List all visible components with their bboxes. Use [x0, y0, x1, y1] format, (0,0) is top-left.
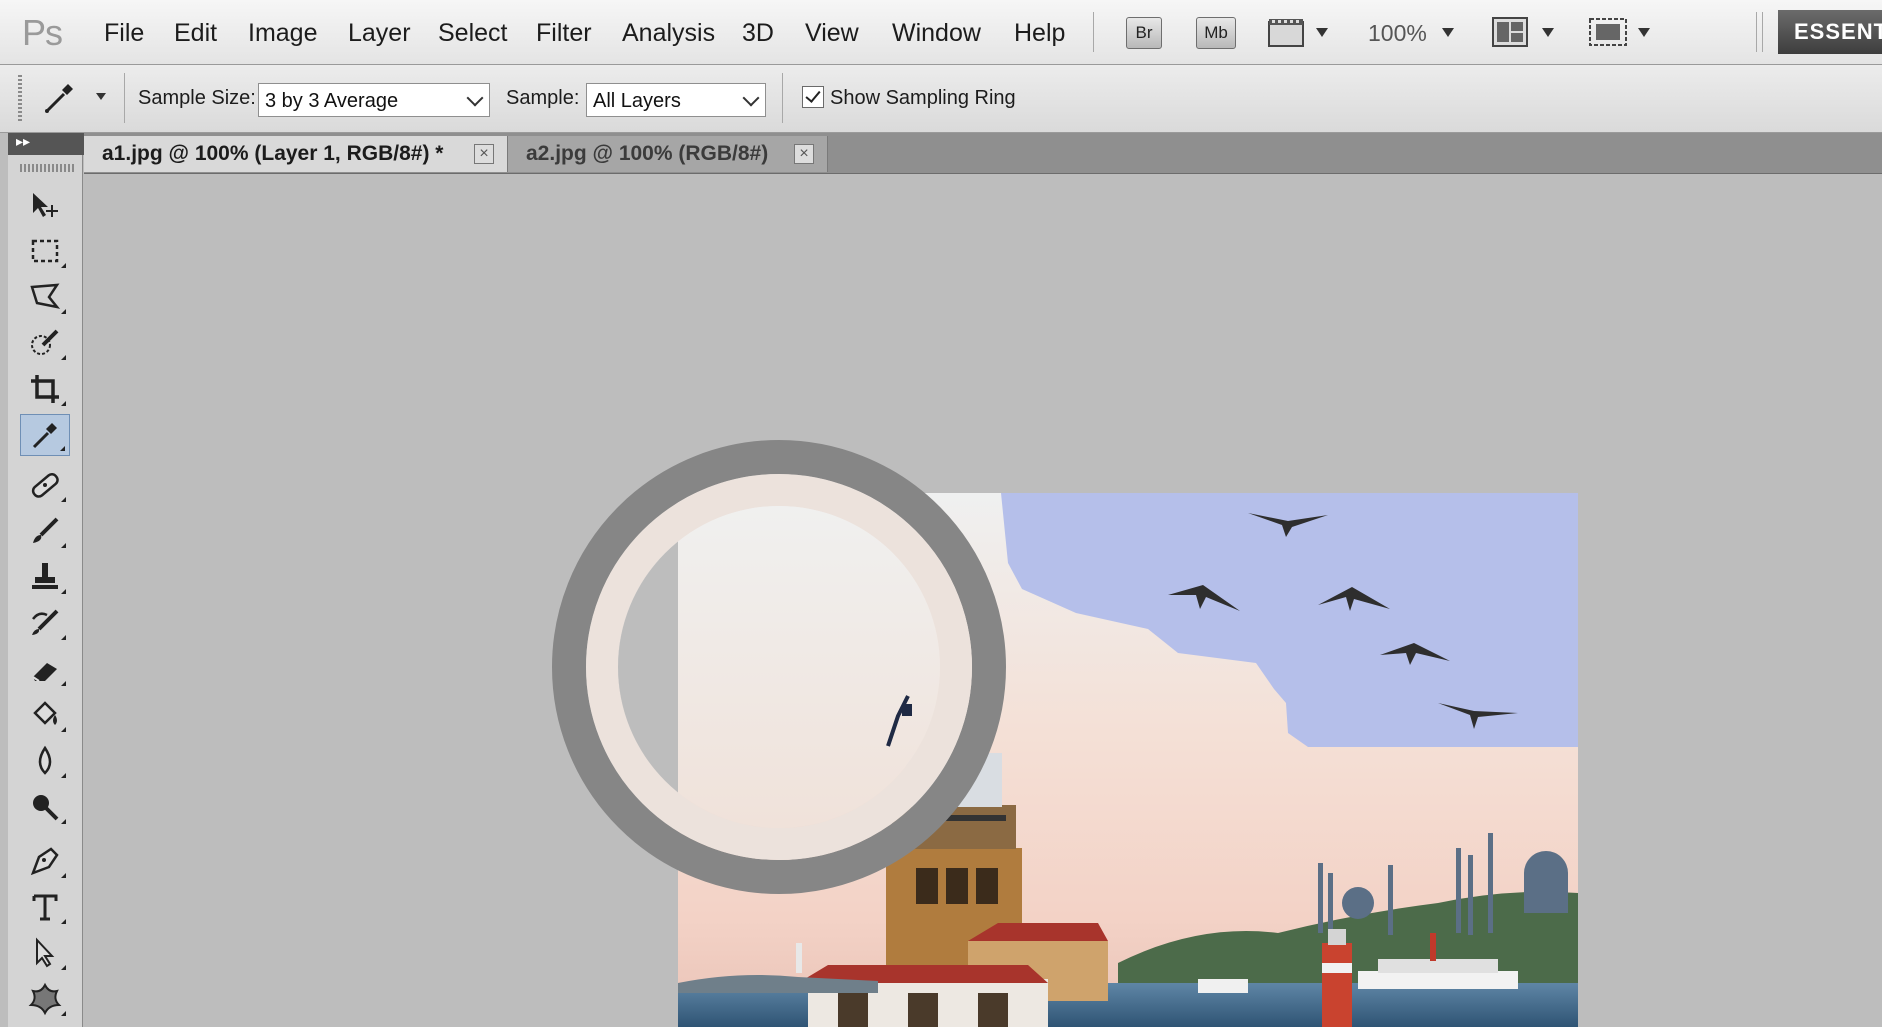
menu-layer[interactable]: Layer — [348, 19, 411, 48]
eyedropper-icon — [32, 423, 57, 449]
menu-window[interactable]: Window — [892, 19, 981, 48]
film-strip-icon — [1268, 19, 1304, 47]
menu-help[interactable]: Help — [1014, 19, 1065, 48]
menu-view[interactable]: View — [805, 19, 859, 48]
crop-icon — [31, 375, 59, 403]
options-bar: Sample Size: 3 by 3 Average Sample: All … — [0, 65, 1882, 133]
droplet-icon — [38, 745, 52, 775]
dodge-icon — [33, 795, 59, 821]
options-grip[interactable] — [18, 75, 22, 123]
options-divider — [782, 73, 783, 123]
history-brush-tool[interactable] — [20, 602, 70, 644]
bridge-button[interactable]: Br — [1126, 17, 1162, 49]
menu-image[interactable]: Image — [248, 19, 317, 48]
chevron-down-icon[interactable] — [1638, 28, 1650, 37]
document-tab-a1[interactable]: a1.jpg @ 100% (Layer 1, RGB/8#) * × — [84, 136, 508, 172]
screen-mode-button[interactable] — [1588, 17, 1628, 47]
brush-icon — [33, 517, 59, 543]
sample-value: All Layers — [593, 90, 681, 112]
arrange-documents-icon — [1492, 17, 1528, 47]
brush-tool[interactable] — [20, 510, 70, 552]
tool-preset-picker[interactable] — [40, 77, 110, 119]
menu-filter[interactable]: Filter — [536, 19, 592, 48]
chevron-down-icon — [96, 93, 106, 100]
sample-size-label: Sample Size: — [138, 87, 256, 109]
screen-mode-icon — [1589, 18, 1627, 46]
sample-size-select[interactable]: 3 by 3 Average — [258, 83, 490, 117]
dropper-cursor-trail — [886, 695, 912, 747]
crop-tool[interactable] — [20, 368, 70, 410]
document-tab-a2[interactable]: a2.jpg @ 100% (RGB/8#) × — [508, 136, 828, 172]
rectangular-marquee-tool[interactable] — [20, 230, 70, 272]
custom-shape-icon — [28, 982, 62, 1016]
history-brush-icon — [32, 609, 59, 635]
menu-divider — [1093, 12, 1094, 52]
show-sampling-ring-checkbox[interactable] — [802, 86, 824, 108]
stamp-icon — [32, 563, 58, 589]
type-tool[interactable] — [20, 886, 70, 928]
pen-icon — [30, 847, 59, 876]
chevron-down-icon[interactable] — [1316, 28, 1328, 37]
path-selection-icon — [36, 937, 55, 968]
close-icon[interactable]: × — [474, 144, 494, 164]
tools-panel-header[interactable]: ▸▸ — [8, 133, 84, 155]
menu-edit[interactable]: Edit — [174, 19, 217, 48]
lasso-icon — [30, 283, 61, 309]
photoshop-logo: Ps — [22, 12, 63, 53]
zoom-level[interactable]: 100% — [1368, 20, 1427, 47]
show-sampling-ring-label[interactable]: Show Sampling Ring — [830, 87, 1016, 110]
quick-selection-tool[interactable] — [20, 322, 70, 364]
sampling-ring-center — [618, 506, 940, 828]
menu-divider — [1762, 12, 1763, 52]
eyedropper-icon — [45, 84, 73, 113]
workspace-switcher[interactable]: ESSENT — [1778, 10, 1882, 54]
sample-select[interactable]: All Layers — [586, 83, 766, 117]
eraser-icon — [32, 663, 57, 682]
chevron-down-icon[interactable] — [1442, 28, 1454, 37]
menu-bar: Ps File Edit Image Layer Select Filter A… — [0, 0, 1882, 65]
custom-shape-tool[interactable] — [20, 978, 70, 1020]
chevron-down-icon — [742, 89, 760, 107]
bandage-icon — [31, 472, 59, 498]
tools-grip[interactable] — [20, 164, 74, 172]
dodge-tool[interactable] — [20, 786, 70, 828]
spot-healing-brush-tool[interactable] — [20, 464, 70, 506]
path-selection-tool[interactable] — [20, 932, 70, 974]
eraser-tool[interactable] — [20, 648, 70, 690]
menu-file[interactable]: File — [104, 19, 144, 48]
menu-divider — [1756, 12, 1757, 52]
type-icon — [32, 894, 58, 921]
view-extras-button[interactable] — [1268, 18, 1304, 48]
move-icon — [33, 193, 58, 217]
paint-bucket-icon — [33, 701, 57, 725]
chevron-down-icon[interactable] — [1542, 28, 1554, 37]
blur-tool[interactable] — [20, 740, 70, 782]
sample-label: Sample: — [506, 87, 580, 109]
close-icon[interactable]: × — [794, 144, 814, 164]
eyedropper-tool[interactable] — [20, 414, 70, 456]
sample-size-value: 3 by 3 Average — [265, 90, 399, 112]
tab-label: a1.jpg @ 100% (Layer 1, RGB/8#) * — [102, 142, 444, 165]
tab-label: a2.jpg @ 100% (RGB/8#) — [526, 142, 769, 165]
clone-stamp-tool[interactable] — [20, 556, 70, 598]
pen-tool[interactable] — [20, 840, 70, 882]
polygonal-lasso-tool[interactable] — [20, 276, 70, 318]
quick-selection-icon — [31, 329, 59, 355]
marquee-icon — [31, 239, 59, 263]
move-tool[interactable] — [20, 184, 70, 226]
paint-bucket-tool[interactable] — [20, 694, 70, 736]
arrange-documents-button[interactable] — [1492, 17, 1528, 47]
menu-select[interactable]: Select — [438, 19, 507, 48]
collapse-icon[interactable]: ▸▸ — [16, 133, 30, 150]
menu-analysis[interactable]: Analysis — [622, 19, 715, 48]
menu-3d[interactable]: 3D — [742, 19, 774, 48]
mini-bridge-button[interactable]: Mb — [1196, 17, 1236, 49]
options-divider — [124, 73, 125, 123]
chevron-down-icon — [466, 89, 484, 107]
